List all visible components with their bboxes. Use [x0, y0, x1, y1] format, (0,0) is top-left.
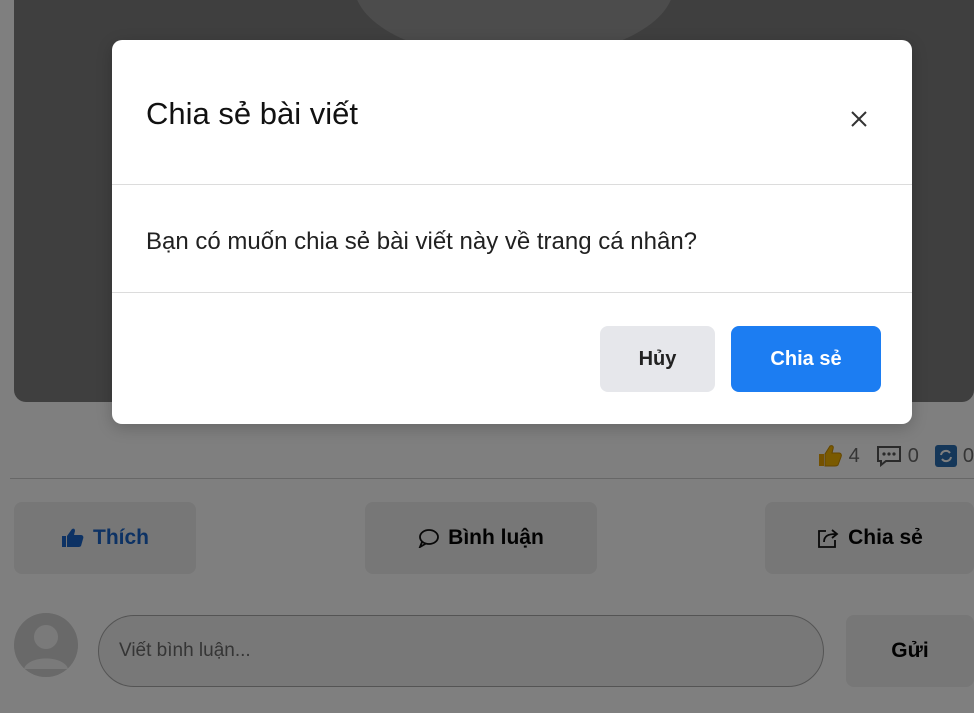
dialog-footer: Hủy Chia sẻ [112, 294, 912, 424]
confirm-share-button[interactable]: Chia sẻ [731, 326, 881, 392]
close-button[interactable] [846, 106, 872, 132]
share-dialog: Chia sẻ bài viết Bạn có muốn chia sẻ bài… [112, 40, 912, 424]
dialog-header: Chia sẻ bài viết [112, 40, 912, 185]
dialog-body: Bạn có muốn chia sẻ bài viết này về tran… [112, 186, 912, 293]
dialog-title: Chia sẻ bài viết [146, 96, 358, 131]
dialog-message: Bạn có muốn chia sẻ bài viết này về tran… [146, 228, 698, 255]
cancel-button[interactable]: Hủy [600, 326, 715, 392]
close-icon [850, 110, 868, 128]
